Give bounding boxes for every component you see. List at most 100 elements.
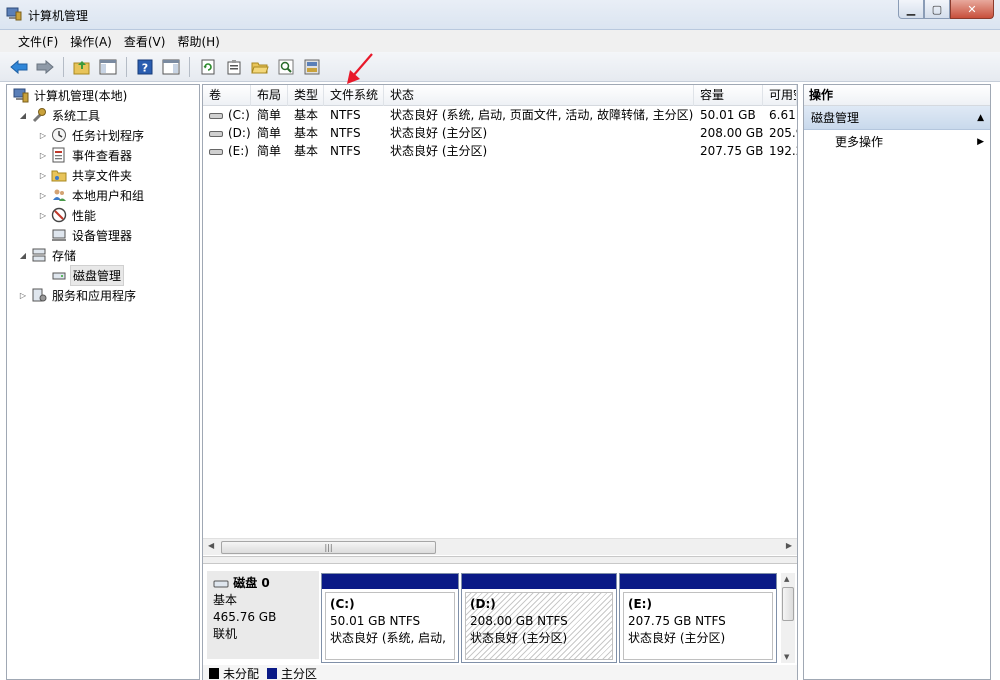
legend-swatch-unallocated	[209, 667, 219, 679]
more-actions-label: 更多操作	[835, 135, 884, 149]
table-row[interactable]: (C:) 简单 基本 NTFS 状态良好 (系统, 启动, 页面文件, 活动, …	[203, 106, 797, 124]
tree-node-root[interactable]: 计算机管理(本地)	[11, 85, 129, 105]
tree-node-storage[interactable]: ◢ 存储	[17, 245, 78, 265]
collapse-caret-icon[interactable]: ▲	[977, 106, 984, 130]
tree-node-local-users[interactable]: ▷ 本地用户和组	[37, 185, 146, 205]
collapsed-chevron-icon[interactable]: ▷	[37, 171, 49, 180]
menu-view[interactable]: 查看(V)	[118, 33, 172, 50]
column-header-capacity[interactable]: 容量	[694, 85, 763, 106]
column-header-status[interactable]: 状态	[384, 85, 694, 106]
tree-node-shared-folders[interactable]: ▷ 共享文件夹	[37, 165, 134, 185]
cell-free: 192.2	[769, 144, 797, 158]
tree-node-task-scheduler[interactable]: ▷ 任务计划程序	[37, 125, 146, 145]
tree-node-device-manager[interactable]: 设备管理器	[49, 225, 134, 245]
actions-section-label: 磁盘管理	[811, 111, 860, 125]
menu-help[interactable]: 帮助(H)	[171, 33, 225, 50]
show-hide-action-pane-icon[interactable]	[160, 56, 182, 78]
scroll-down-icon[interactable]: ▼	[784, 653, 789, 661]
cell-capacity: 50.01 GB	[700, 108, 756, 122]
cell-filesystem: NTFS	[330, 144, 361, 158]
partition-status: 状态良好 (主分区)	[470, 631, 568, 645]
actions-section-disk-management[interactable]: 磁盘管理 ▲	[804, 106, 990, 130]
tree-label: 服务和应用程序	[52, 288, 137, 303]
table-row[interactable]: (D:) 简单 基本 NTFS 状态良好 (主分区) 208.00 GB 205…	[203, 124, 797, 142]
properties-icon[interactable]	[223, 56, 245, 78]
collapsed-chevron-icon[interactable]: ▷	[37, 151, 49, 160]
back-arrow-icon[interactable]	[8, 56, 30, 78]
scroll-thumb[interactable]	[782, 587, 794, 621]
open-folder-icon[interactable]	[249, 56, 271, 78]
scroll-right-icon[interactable]: ▶	[786, 541, 792, 550]
toolbar-separator	[63, 56, 64, 77]
disk-type: 基本	[213, 593, 238, 607]
column-header-volume[interactable]: 卷	[203, 85, 251, 106]
vertical-scrollbar[interactable]: ▲ ▼	[781, 573, 795, 663]
settings-icon[interactable]	[301, 56, 323, 78]
tree-label: 系统工具	[52, 108, 101, 123]
collapsed-chevron-icon[interactable]: ▷	[37, 211, 49, 220]
tree-label: 设备管理器	[72, 228, 133, 243]
more-actions-item[interactable]: 更多操作 ▶	[804, 130, 990, 154]
clock-icon	[51, 127, 67, 143]
disk-info[interactable]: 磁盘 0 基本 465.76 GB 联机	[207, 571, 319, 659]
forward-arrow-icon[interactable]	[34, 56, 56, 78]
menu-action[interactable]: 操作(A)	[64, 33, 118, 50]
partition-c[interactable]: (C:) 50.01 GB NTFS 状态良好 (系统, 启动, 页面文件, 活…	[321, 573, 459, 663]
toolbar-separator	[126, 56, 127, 77]
cell-layout: 简单	[257, 108, 282, 122]
help-icon[interactable]: ?	[134, 56, 156, 78]
column-header-type[interactable]: 类型	[288, 85, 324, 106]
tree-label: 计算机管理(本地)	[34, 88, 128, 103]
window-title: 计算机管理	[28, 9, 89, 23]
pane-splitter[interactable]	[203, 556, 797, 564]
tree-node-services[interactable]: ▷ 服务和应用程序	[17, 285, 138, 305]
disk-management-icon	[51, 267, 67, 283]
cell-layout: 简单	[257, 144, 282, 158]
tree-label: 性能	[72, 208, 97, 223]
collapsed-chevron-icon[interactable]: ▷	[17, 291, 29, 300]
partition-d[interactable]: (D:) 208.00 GB NTFS 状态良好 (主分区)	[461, 573, 617, 663]
scroll-thumb[interactable]: |||	[221, 541, 436, 554]
partition-body: (E:) 207.75 GB NTFS 状态良好 (主分区)	[623, 592, 773, 660]
scroll-left-icon[interactable]: ◀	[208, 541, 214, 550]
partition-letter: (D:)	[470, 597, 496, 611]
partition-status: 状态良好 (主分区)	[628, 631, 726, 645]
close-button[interactable]: ✕	[950, 0, 994, 19]
tree-node-performance[interactable]: ▷ 性能	[37, 205, 98, 225]
search-icon[interactable]	[275, 56, 297, 78]
partition-bar	[322, 574, 458, 589]
shared-folder-icon	[51, 167, 67, 183]
users-icon	[51, 187, 67, 203]
cell-volume: (D:)	[203, 124, 251, 142]
tree-node-event-viewer[interactable]: ▷ 事件查看器	[37, 145, 134, 165]
up-folder-icon[interactable]	[71, 56, 93, 78]
menu-bar: 文件(F) 操作(A) 查看(V) 帮助(H)	[0, 30, 1000, 52]
show-hide-tree-icon[interactable]	[97, 56, 119, 78]
legend: 未分配 主分区	[203, 665, 797, 680]
drive-icon	[209, 148, 223, 155]
cell-filesystem: NTFS	[330, 126, 361, 140]
drive-icon	[209, 112, 223, 119]
collapsed-chevron-icon[interactable]: ▷	[37, 191, 49, 200]
expanded-chevron-icon[interactable]: ◢	[17, 251, 29, 260]
partition-e[interactable]: (E:) 207.75 GB NTFS 状态良好 (主分区)	[619, 573, 777, 663]
column-header-filesystem[interactable]: 文件系统	[324, 85, 384, 106]
services-icon	[31, 287, 47, 303]
minimize-button[interactable]: ▁	[898, 0, 924, 19]
collapsed-chevron-icon[interactable]: ▷	[37, 131, 49, 140]
storage-icon	[31, 247, 47, 263]
no-entry-icon	[51, 207, 67, 223]
expanded-chevron-icon[interactable]: ◢	[17, 111, 29, 120]
partition-letter: (E:)	[628, 597, 652, 611]
disk-name: 磁盘 0	[213, 575, 319, 592]
tree-node-system-tools[interactable]: ◢ 系统工具	[17, 105, 102, 125]
column-header-layout[interactable]: 布局	[251, 85, 288, 106]
maximize-button[interactable]: ▢	[924, 0, 950, 19]
refresh-icon[interactable]	[197, 56, 219, 78]
horizontal-scrollbar[interactable]: ◀ ||| ▶	[203, 538, 797, 555]
column-header-free[interactable]: 可用空	[763, 85, 797, 106]
scroll-up-icon[interactable]: ▲	[784, 575, 789, 583]
table-row[interactable]: (E:) 简单 基本 NTFS 状态良好 (主分区) 207.75 GB 192…	[203, 142, 797, 160]
menu-file[interactable]: 文件(F)	[12, 33, 64, 50]
tree-node-disk-management[interactable]: 磁盘管理	[49, 264, 125, 286]
